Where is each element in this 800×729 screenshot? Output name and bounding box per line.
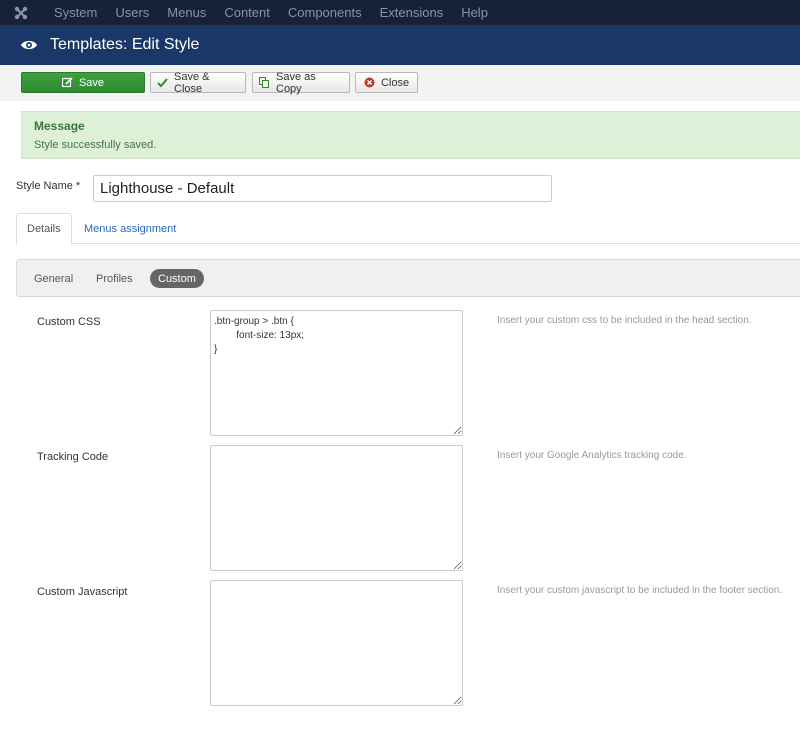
edit-icon — [61, 77, 73, 88]
menu-users[interactable]: Users — [106, 0, 158, 25]
tab-details[interactable]: Details — [16, 213, 72, 244]
subtab-general[interactable]: General — [26, 269, 81, 288]
message-title: Message — [34, 119, 85, 133]
tracking-code-help: Insert your Google Analytics tracking co… — [497, 450, 687, 461]
tracking-code-textarea[interactable] — [210, 445, 463, 571]
style-name-input[interactable] — [93, 175, 552, 202]
subtab-custom[interactable]: Custom — [150, 269, 204, 288]
custom-js-help: Insert your custom javascript to be incl… — [497, 585, 783, 596]
subtab-bar: General Profiles Custom — [16, 259, 800, 297]
close-label: Close — [380, 76, 410, 89]
custom-css-help: Insert your custom css to be included in… — [497, 315, 752, 326]
save-copy-label: Save as Copy — [276, 70, 316, 95]
save-button[interactable]: Save — [21, 72, 145, 93]
copy-icon — [259, 77, 270, 88]
menu-components[interactable]: Components — [279, 0, 371, 25]
page-title: Templates: Edit Style — [50, 36, 200, 53]
close-button[interactable]: Close — [355, 72, 418, 93]
message-text: Style successfully saved. — [34, 139, 157, 151]
top-nav: System Users Menus Content Components Ex… — [0, 0, 800, 25]
menu-content[interactable]: Content — [215, 0, 279, 25]
save-copy-button[interactable]: Save as Copy — [252, 70, 350, 95]
custom-css-label: Custom CSS — [37, 316, 101, 328]
joomla-logo-icon[interactable] — [0, 0, 42, 25]
save-close-label: Save & Close — [174, 70, 210, 95]
tracking-code-label: Tracking Code — [37, 451, 109, 463]
title-bar: Templates: Edit Style — [0, 25, 800, 65]
menu-extensions[interactable]: Extensions — [371, 0, 453, 25]
toolbar: Save Save & Close Save as Copy Close — [0, 65, 800, 101]
close-icon — [364, 77, 375, 88]
custom-js-textarea[interactable] — [210, 580, 463, 706]
eye-icon — [20, 36, 38, 54]
save-close-button[interactable]: Save & Close — [150, 70, 246, 95]
tab-menus-assignment[interactable]: Menus assignment — [74, 213, 186, 244]
style-name-label: Style Name * — [16, 180, 81, 192]
custom-js-label: Custom Javascript — [37, 586, 128, 598]
custom-css-textarea[interactable]: .btn-group > .btn { font-size: 13px; } — [210, 310, 463, 436]
success-message: Message Style successfully saved. — [21, 111, 800, 159]
menu-menus[interactable]: Menus — [158, 0, 215, 25]
menu-system[interactable]: System — [42, 0, 106, 25]
subtab-profiles[interactable]: Profiles — [88, 269, 141, 288]
save-label: Save — [78, 76, 105, 89]
menu-help[interactable]: Help — [452, 0, 497, 25]
check-icon — [157, 77, 168, 88]
